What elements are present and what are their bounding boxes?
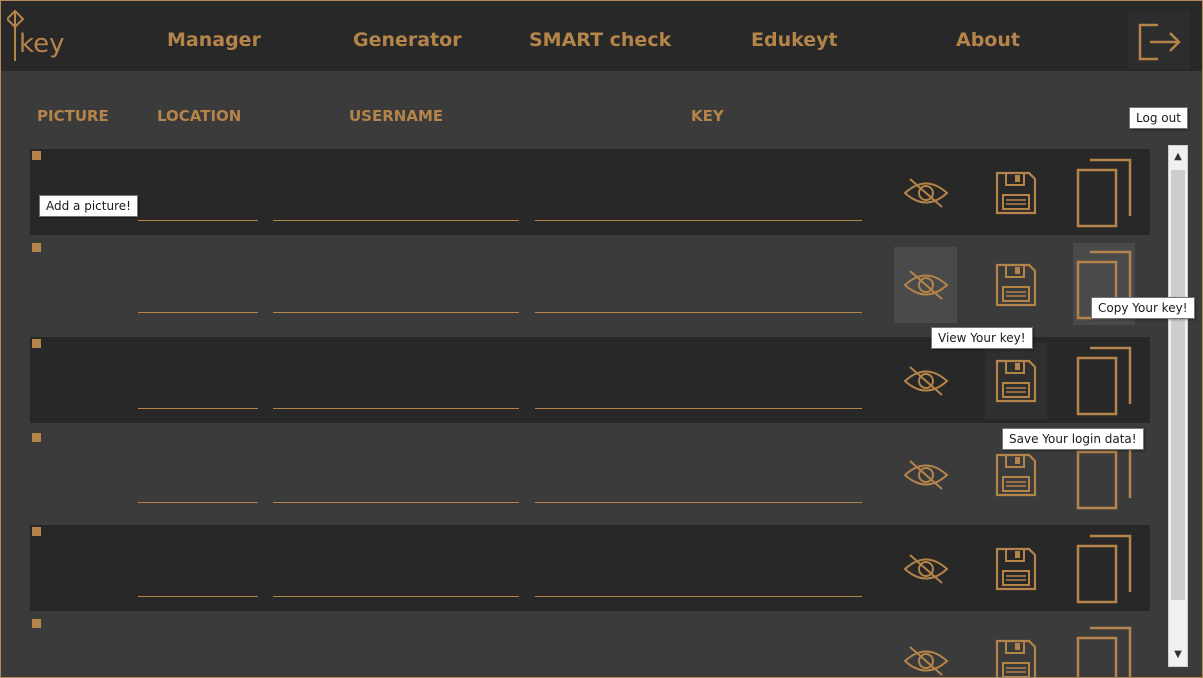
col-location: LOCATION	[157, 107, 242, 125]
key-field[interactable]	[535, 189, 862, 221]
logout-button[interactable]	[1128, 11, 1190, 69]
key-field[interactable]	[535, 471, 862, 503]
location-field[interactable]	[138, 377, 258, 409]
add-picture-button[interactable]	[32, 433, 41, 442]
copy-key-button[interactable]	[1073, 151, 1135, 233]
vertical-scrollbar[interactable]: ▲ ▼	[1168, 145, 1188, 667]
table-row	[30, 337, 1150, 423]
key-field[interactable]	[535, 565, 862, 597]
save-login-button[interactable]	[985, 343, 1047, 419]
view-key-button[interactable]	[894, 247, 957, 323]
col-key: KEY	[691, 107, 724, 125]
save-icon	[995, 547, 1037, 591]
hide-key-icon	[903, 366, 948, 396]
col-username: USERNAME	[349, 107, 444, 125]
add-picture-button[interactable]	[32, 339, 41, 348]
view-key-button[interactable]	[894, 343, 957, 419]
save-login-button[interactable]	[985, 247, 1047, 323]
view-key-button[interactable]	[894, 531, 957, 607]
username-field[interactable]	[273, 281, 519, 313]
add-picture-button[interactable]	[32, 151, 41, 160]
save-login-tooltip: Save Your login data!	[1002, 428, 1144, 450]
copy-key-button[interactable]	[1073, 527, 1135, 609]
entries-list	[30, 149, 1150, 677]
copy-icon	[1076, 346, 1132, 416]
username-field[interactable]	[273, 377, 519, 409]
location-field[interactable]	[138, 189, 258, 221]
save-login-button[interactable]	[985, 155, 1047, 231]
table-row	[30, 241, 1150, 327]
col-picture: PICTURE	[37, 107, 109, 125]
view-key-button[interactable]	[894, 437, 957, 513]
add-picture-button[interactable]	[32, 527, 41, 536]
save-icon	[995, 171, 1037, 215]
location-field[interactable]	[138, 657, 258, 677]
view-key-button[interactable]	[894, 155, 957, 231]
location-field[interactable]	[138, 281, 258, 313]
copy-key-button[interactable]	[1073, 619, 1135, 677]
nav-edukeyt[interactable]: Edukeyt	[751, 29, 838, 51]
nav-smart-check[interactable]: SMART check	[529, 29, 671, 51]
hide-key-icon	[903, 460, 948, 490]
table-row	[30, 149, 1150, 235]
location-field[interactable]	[138, 471, 258, 503]
username-field[interactable]	[273, 657, 519, 677]
location-field[interactable]	[138, 565, 258, 597]
table-row	[30, 617, 1150, 677]
logout-tooltip: Log out	[1129, 107, 1188, 129]
scrollbar-thumb[interactable]	[1171, 170, 1185, 600]
nav-generator[interactable]: Generator	[353, 29, 462, 51]
save-login-button[interactable]	[985, 531, 1047, 607]
nav-manager[interactable]: Manager	[167, 29, 261, 51]
copy-key-tooltip: Copy Your key!	[1091, 297, 1195, 319]
key-field[interactable]	[535, 281, 862, 313]
hide-key-icon	[903, 270, 948, 300]
hide-key-icon	[903, 646, 948, 676]
save-icon	[995, 639, 1037, 677]
hide-key-icon	[903, 178, 948, 208]
hide-key-icon	[903, 554, 948, 584]
copy-icon	[1076, 626, 1132, 677]
username-field[interactable]	[273, 189, 519, 221]
scroll-up-icon[interactable]: ▲	[1169, 148, 1187, 166]
table-row	[30, 525, 1150, 611]
username-field[interactable]	[273, 471, 519, 503]
save-icon	[995, 263, 1037, 307]
nav-about[interactable]: About	[956, 29, 1020, 51]
username-field[interactable]	[273, 565, 519, 597]
copy-icon	[1076, 158, 1132, 228]
copy-icon	[1076, 534, 1132, 604]
top-nav: key Manager Generator SMART check Edukey…	[1, 1, 1202, 71]
save-icon	[995, 359, 1037, 403]
save-icon	[995, 453, 1037, 497]
table-row	[30, 431, 1150, 517]
key-field[interactable]	[535, 377, 862, 409]
view-key-button[interactable]	[894, 623, 957, 677]
copy-key-button[interactable]	[1073, 339, 1135, 421]
add-picture-tooltip: Add a picture!	[39, 195, 138, 217]
scroll-down-icon[interactable]: ▼	[1169, 646, 1187, 664]
app-logo: key	[5, 9, 87, 65]
save-login-button[interactable]	[985, 623, 1047, 677]
app-window: key Manager Generator SMART check Edukey…	[0, 0, 1203, 678]
logout-icon	[1138, 23, 1181, 61]
key-field[interactable]	[535, 657, 862, 677]
view-key-tooltip: View Your key!	[931, 327, 1033, 349]
add-picture-button[interactable]	[32, 243, 41, 252]
logo-text: key	[19, 29, 65, 59]
add-picture-button[interactable]	[32, 619, 41, 628]
